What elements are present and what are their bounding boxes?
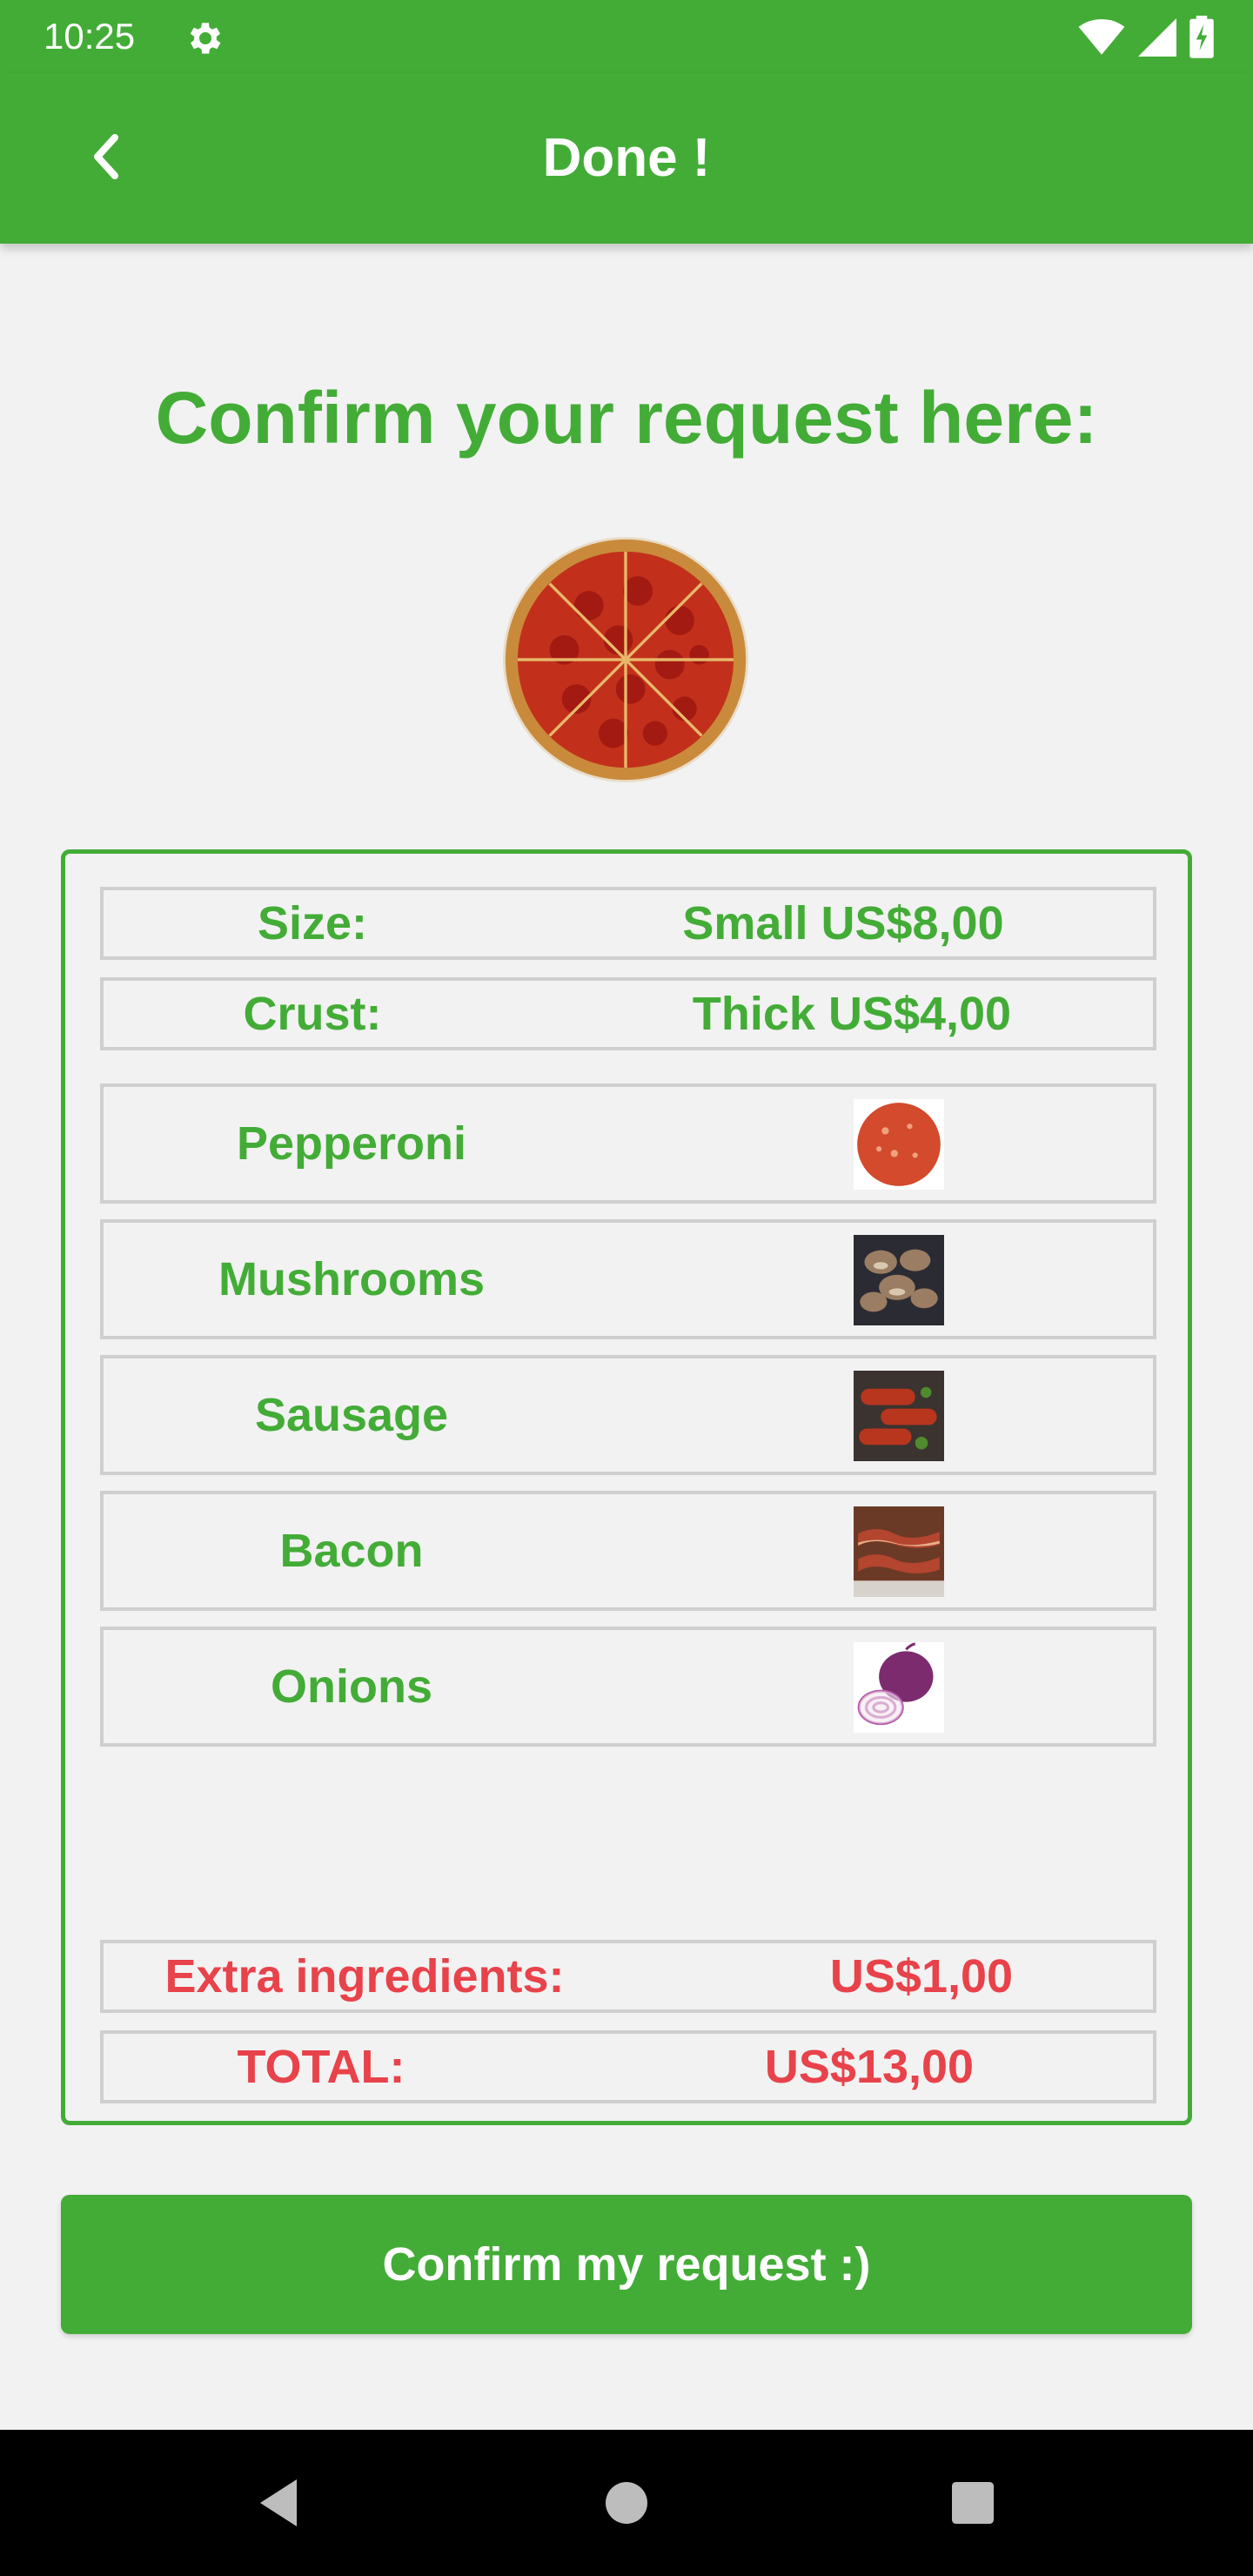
total-label: TOTAL:: [237, 2041, 405, 2093]
size-label: Size:: [257, 897, 368, 949]
mushrooms-image: [854, 1235, 944, 1325]
cell-signal-icon: [1138, 18, 1176, 57]
extra-ingredients-label: Extra ingredients:: [164, 1950, 565, 2002]
settings-gear-icon: [190, 23, 221, 54]
order-summary-card: Size: Small US$8,00 Crust: Thick US$4,00…: [61, 849, 1192, 2125]
ingredient-row: Onions: [100, 1627, 1156, 1747]
status-bar: 10:25: [0, 0, 1253, 73]
wifi-icon: [1078, 19, 1125, 55]
bacon-image: [854, 1506, 944, 1597]
ingredient-name: Onions: [271, 1660, 432, 1713]
total-value: US$13,00: [764, 2041, 975, 2093]
page-title: Done !: [542, 128, 711, 188]
app-bar: Done !: [0, 73, 1253, 244]
home-circle-icon[interactable]: [595, 2472, 658, 2534]
sausage-image: [854, 1371, 944, 1461]
crust-label: Crust:: [243, 988, 382, 1040]
size-value: Small US$8,00: [682, 897, 1004, 949]
pepperoni-image: [854, 1099, 944, 1190]
status-time: 10:25: [44, 16, 136, 57]
confirm-headline: Confirm your request here:: [155, 377, 1098, 459]
confirm-request-button[interactable]: Confirm my request :): [61, 2195, 1192, 2334]
system-nav-bar: [0, 2430, 1253, 2576]
ingredient-name: Sausage: [254, 1389, 449, 1441]
ingredient-name: Pepperoni: [236, 1117, 467, 1170]
crust-row: Crust: Thick US$4,00: [100, 977, 1156, 1050]
crust-value: Thick US$4,00: [692, 988, 1012, 1040]
size-row: Size: Small US$8,00: [100, 887, 1156, 960]
ingredient-name: Bacon: [279, 1525, 424, 1577]
total-row: TOTAL: US$13,00: [100, 2030, 1156, 2103]
battery-icon: [1189, 16, 1214, 58]
ingredient-row: Mushrooms: [100, 1219, 1156, 1339]
ingredient-row: Sausage: [100, 1355, 1156, 1475]
ingredient-row: Bacon: [100, 1491, 1156, 1611]
ingredient-row: Pepperoni: [100, 1083, 1156, 1204]
onions-image: [854, 1642, 944, 1733]
extra-ingredients-row: Extra ingredients: US$1,00: [100, 1940, 1156, 2013]
extra-ingredients-value: US$1,00: [829, 1950, 1014, 2002]
back-triangle-icon[interactable]: [247, 2472, 310, 2534]
recents-square-icon[interactable]: [941, 2472, 1004, 2534]
ingredient-name: Mushrooms: [218, 1253, 486, 1305]
pepperoni-pizza-image: [503, 537, 748, 782]
